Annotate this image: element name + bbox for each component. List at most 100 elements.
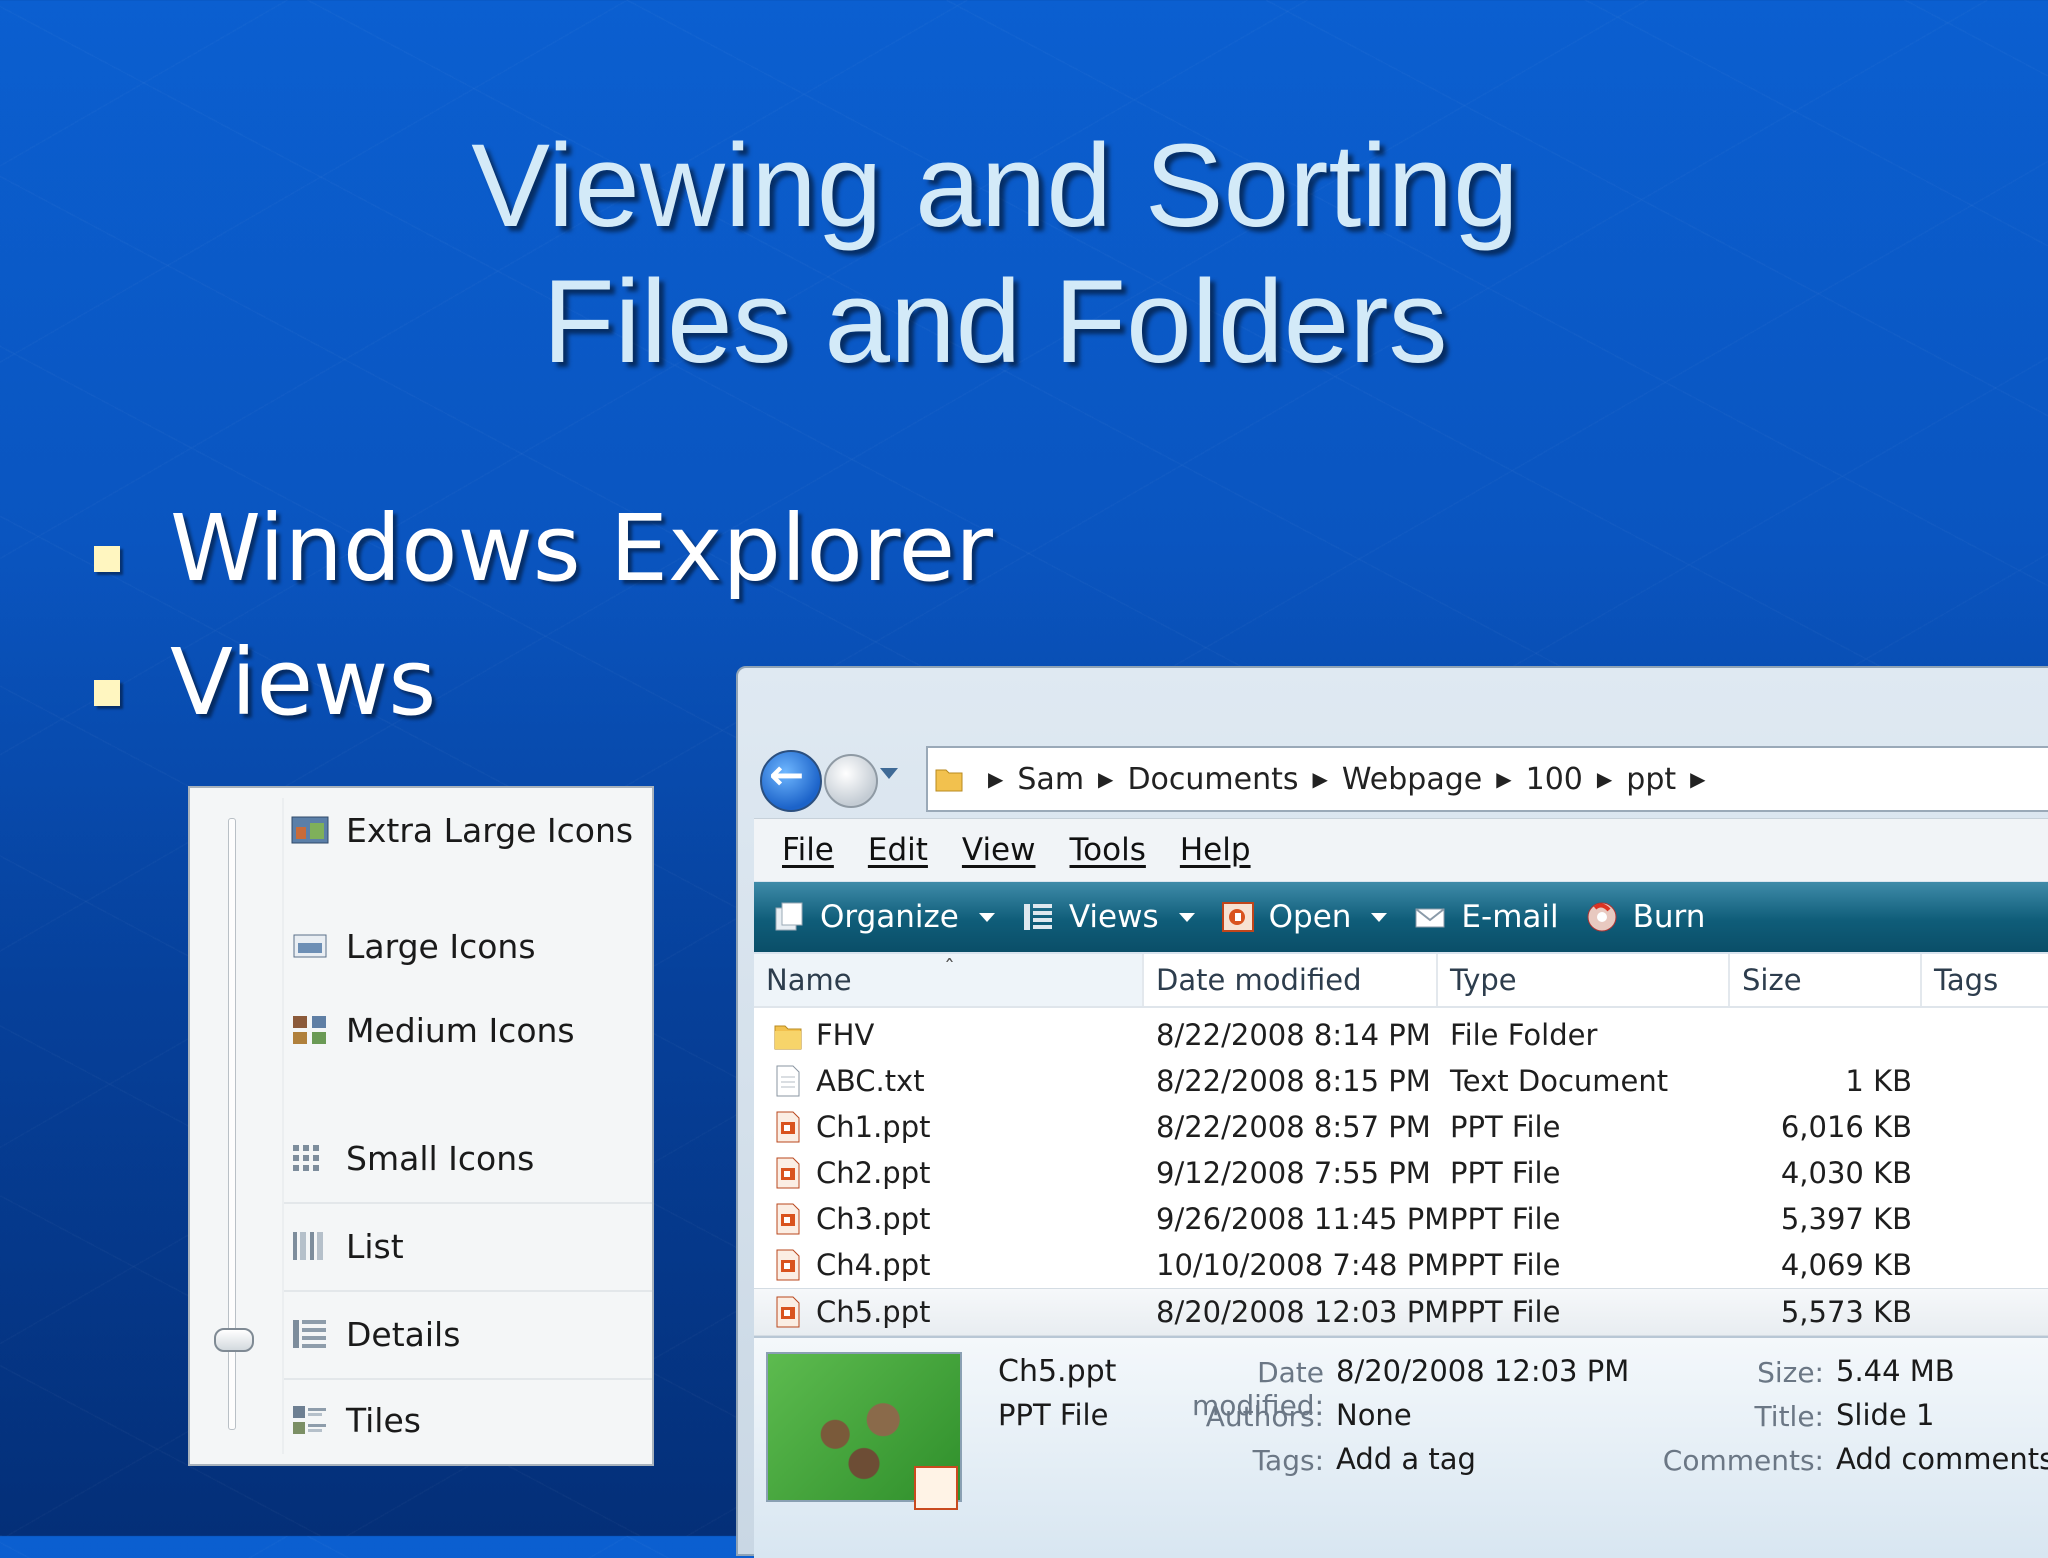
file-size: 4,030 KB — [1780, 1156, 1912, 1190]
views-menu: Extra Large Icons Large Icons Medium Ico… — [188, 786, 654, 1466]
view-option-small-icons[interactable]: Small Icons — [290, 1134, 534, 1182]
file-date-modified: 8/22/2008 8:57 PM — [1156, 1110, 1431, 1144]
email-icon — [1413, 900, 1447, 934]
recent-pages-dropdown[interactable] — [880, 768, 898, 779]
file-row[interactable]: Ch5.ppt 8/20/2008 12:03 PM PPT File 5,573 K… — [754, 1288, 2048, 1336]
file-row[interactable]: ABC.txt 8/22/2008 8:15 PM Text Document 1 K… — [754, 1058, 2048, 1104]
column-header-name[interactable]: Name ˆ — [754, 954, 1144, 1006]
menu-help[interactable]: Help — [1180, 832, 1251, 868]
column-header-type[interactable]: Type — [1438, 954, 1730, 1006]
bullet-text: Views — [170, 629, 437, 736]
file-type: PPT File — [1450, 1248, 1561, 1282]
file-name: FHV — [816, 1018, 875, 1052]
view-option-large-icons[interactable]: Large Icons — [290, 922, 536, 970]
file-row[interactable]: FHV 8/22/2008 8:14 PM File Folder — [754, 1012, 2048, 1058]
file-date-modified: 9/26/2008 11:45 PM — [1156, 1202, 1450, 1236]
breadcrumb-arrow-icon[interactable]: ▶ — [1496, 767, 1511, 791]
breadcrumb-arrow-icon[interactable]: ▶ — [988, 767, 1003, 791]
burn-button[interactable]: Burn — [1585, 899, 1706, 935]
details-file-type: PPT File — [998, 1398, 1109, 1432]
breadcrumb-arrow-icon[interactable]: ▶ — [1690, 767, 1705, 791]
details-tags-label: Tags: — [1252, 1444, 1324, 1477]
file-size: 5,573 KB — [1780, 1295, 1912, 1329]
view-option-list[interactable]: List — [290, 1222, 404, 1270]
breadcrumb-item[interactable]: ppt — [1626, 762, 1676, 797]
views-menu-divider — [282, 798, 284, 1454]
menu-tools[interactable]: Tools — [1070, 832, 1146, 868]
file-row[interactable]: Ch2.ppt 9/12/2008 7:55 PM PPT File 4,030 KB — [754, 1150, 2048, 1196]
organize-label: Organize — [820, 899, 959, 935]
details-size-value: 5.44 MB — [1836, 1354, 1955, 1388]
menu-view[interactable]: View — [962, 832, 1036, 868]
view-option-details[interactable]: Details — [290, 1310, 460, 1358]
file-row[interactable]: Ch1.ppt 8/22/2008 8:57 PM PPT File 6,016 KB — [754, 1104, 2048, 1150]
details-authors-label: Authors: — [1205, 1400, 1324, 1433]
details-title-label: Title: — [1754, 1400, 1824, 1433]
ppt-file-icon — [774, 1157, 802, 1189]
menu-bar: File Edit View Tools Help — [754, 818, 2048, 881]
ppt-file-icon — [774, 1296, 802, 1328]
powerpoint-icon — [1221, 900, 1255, 934]
view-option-label: Details — [346, 1314, 461, 1354]
sort-ascending-icon: ˆ — [944, 957, 955, 982]
column-header-label: Size — [1742, 963, 1802, 997]
bullet-square-icon — [94, 680, 120, 706]
breadcrumb-arrow-icon[interactable]: ▶ — [1313, 767, 1328, 791]
views-menu-separator — [284, 1378, 652, 1380]
menu-edit[interactable]: Edit — [868, 832, 928, 868]
breadcrumb-item[interactable]: Sam — [1017, 762, 1084, 797]
slide-title: Viewing and Sorting Files and Folders — [0, 118, 1990, 390]
view-size-slider-thumb[interactable] — [214, 1328, 254, 1352]
breadcrumb-arrow-icon[interactable]: ▶ — [1098, 767, 1113, 791]
view-option-medium-icons[interactable]: Medium Icons — [290, 1006, 575, 1054]
back-button[interactable] — [760, 750, 822, 812]
large-icons-icon — [290, 929, 330, 963]
chevron-down-icon — [978, 912, 995, 922]
view-option-tiles[interactable]: Tiles — [290, 1396, 421, 1444]
file-type: PPT File — [1450, 1295, 1561, 1329]
details-authors-value[interactable]: None — [1336, 1398, 1412, 1432]
view-option-extra-large-icons[interactable]: Extra Large Icons — [290, 806, 633, 854]
file-name: Ch3.ppt — [816, 1202, 931, 1236]
file-list: FHV 8/22/2008 8:14 PM File Folder ABC.txt 8/… — [754, 1008, 2048, 1336]
file-name: ABC.txt — [816, 1064, 925, 1098]
powerpoint-badge-icon — [914, 1466, 958, 1510]
small-icons-icon — [290, 1141, 330, 1175]
file-date-modified: 8/20/2008 12:03 PM — [1156, 1295, 1450, 1329]
file-row[interactable]: Ch3.ppt 9/26/2008 11:45 PM PPT File 5,397 K… — [754, 1196, 2048, 1242]
breadcrumb-item[interactable]: 100 — [1526, 762, 1583, 797]
column-header-size[interactable]: Size — [1730, 954, 1922, 1006]
burn-label: Burn — [1632, 899, 1706, 935]
file-date-modified: 8/22/2008 8:15 PM — [1156, 1064, 1431, 1098]
menu-file[interactable]: File — [782, 832, 834, 868]
breadcrumb-item[interactable]: Documents — [1127, 762, 1298, 797]
details-view-icon — [290, 1317, 330, 1351]
file-date-modified: 10/10/2008 7:48 PM — [1156, 1248, 1450, 1282]
views-button[interactable]: Views — [1021, 899, 1195, 935]
details-title-value[interactable]: Slide 1 — [1836, 1398, 1934, 1432]
column-header-tags[interactable]: Tags — [1922, 954, 2048, 1006]
medium-icons-icon — [290, 1013, 330, 1047]
details-comments-value[interactable]: Add comments — [1836, 1442, 2048, 1476]
file-type: PPT File — [1450, 1156, 1561, 1190]
file-date-modified: 8/22/2008 8:14 PM — [1156, 1018, 1431, 1052]
address-bar[interactable]: ▶ Sam ▶ Documents ▶ Webpage ▶ 100 ▶ ppt … — [926, 746, 2048, 812]
file-row[interactable]: Ch4.ppt 10/10/2008 7:48 PM PPT File 4,069 K… — [754, 1242, 2048, 1288]
email-button[interactable]: E-mail — [1413, 899, 1559, 935]
column-header-label: Name — [766, 963, 852, 997]
file-type: PPT File — [1450, 1110, 1561, 1144]
file-name: Ch4.ppt — [816, 1248, 931, 1282]
column-header-date-modified[interactable]: Date modified — [1144, 954, 1438, 1006]
column-header-label: Date modified — [1156, 963, 1362, 997]
details-tags-value[interactable]: Add a tag — [1336, 1442, 1476, 1476]
folder-icon — [774, 1019, 802, 1051]
open-button[interactable]: Open — [1221, 899, 1388, 935]
details-date-value: 8/20/2008 12:03 PM — [1336, 1354, 1630, 1388]
organize-button[interactable]: Organize — [772, 899, 995, 935]
column-header-label: Tags — [1934, 963, 1999, 997]
breadcrumb-arrow-icon[interactable]: ▶ — [1597, 767, 1612, 791]
breadcrumb-item[interactable]: Webpage — [1342, 762, 1482, 797]
slide-title-line-2: Files and Folders — [542, 256, 1448, 388]
forward-button[interactable] — [824, 754, 878, 808]
file-list-header: Name ˆ Date modified Type Size Tags — [754, 954, 2048, 1008]
